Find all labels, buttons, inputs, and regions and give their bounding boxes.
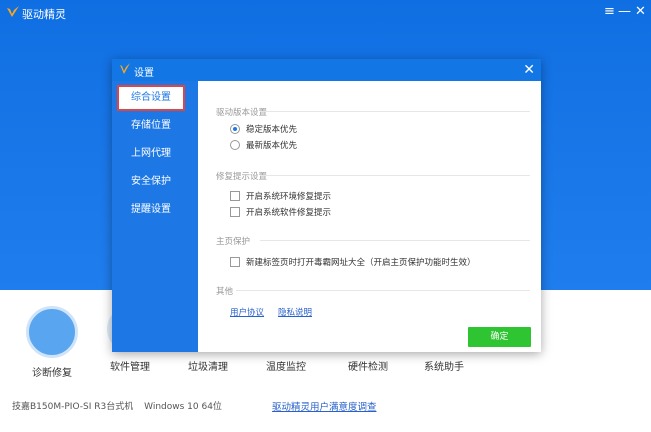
close-app-button[interactable]: ✕ [635, 4, 646, 20]
ok-button[interactable]: 确定 [468, 327, 531, 347]
settings-dialog: 设置 ✕ 综合设置 存储位置 上网代理 安全保护 提醒设置 驱动版本设置 稳定版… [112, 59, 541, 352]
checkbox-icon [230, 257, 240, 267]
radio-stable-first[interactable]: 稳定版本优先 [230, 123, 297, 135]
radio-label: 最新版本优先 [246, 141, 298, 151]
settings-content: 驱动版本设置 稳定版本优先 最新版本优先 修复提示设置 开启系统环境修复提示 开… [198, 81, 541, 352]
feature-label: 诊断修复 [32, 368, 72, 379]
minimize-button[interactable]: — [618, 4, 631, 20]
divider [260, 240, 530, 241]
radio-selected-icon [230, 124, 240, 134]
divider [260, 111, 530, 112]
section-title: 其他 [216, 287, 234, 297]
user-agreement-link[interactable]: 用户协议 [230, 306, 264, 318]
checkbox-software-repair-hint[interactable]: 开启系统软件修复提示 [230, 206, 331, 218]
nav-security[interactable]: 安全保护 [119, 171, 183, 193]
app-logo-icon [7, 6, 19, 17]
board-info: 技嘉B150M-PIO-SI R3台式机 [12, 402, 134, 412]
settings-logo-icon [120, 63, 130, 74]
section-homepage-protect: 主页保护 [216, 235, 534, 247]
checkbox-icon [230, 191, 240, 201]
checkbox-env-repair-hint[interactable]: 开启系统环境修复提示 [230, 190, 331, 202]
menu-icon[interactable]: ≡ [604, 4, 615, 20]
checkbox-label: 开启系统软件修复提示 [246, 208, 332, 218]
feature-label: 温度监控 [266, 362, 306, 373]
radio-unselected-icon [230, 140, 240, 150]
window-repair-icon [26, 306, 78, 358]
checkbox-homepage-newtab[interactable]: 新建标签页时打开毒霸网址大全（开启主页保护功能时生效） [230, 256, 476, 268]
feature-label: 软件管理 [110, 362, 150, 373]
checkbox-label: 开启系统环境修复提示 [246, 192, 332, 202]
dialog-close-button[interactable]: ✕ [523, 61, 535, 79]
section-repair-hint: 修复提示设置 [216, 170, 534, 182]
app-title: 驱动精灵 [22, 8, 66, 21]
feature-label: 垃圾清理 [188, 362, 228, 373]
dialog-titlebar: 设置 ✕ [112, 59, 541, 81]
nav-proxy[interactable]: 上网代理 [119, 143, 183, 165]
dialog-title: 设置 [134, 68, 154, 79]
nav-general-settings[interactable]: 综合设置 [117, 85, 185, 111]
nav-reminder[interactable]: 提醒设置 [119, 199, 183, 221]
checkbox-label: 新建标签页时打开毒霸网址大全（开启主页保护功能时生效） [246, 258, 476, 268]
section-title: 主页保护 [216, 237, 251, 247]
section-other: 其他 [216, 285, 534, 297]
radio-latest-first[interactable]: 最新版本优先 [230, 139, 297, 151]
os-info: Windows 10 64位 [144, 402, 222, 412]
privacy-policy-link[interactable]: 隐私说明 [278, 306, 312, 318]
divider [236, 290, 530, 291]
settings-sidebar: 综合设置 存储位置 上网代理 安全保护 提醒设置 [112, 81, 198, 352]
app-titlebar: 驱动精灵 ≡ — ✕ [0, 0, 651, 26]
nav-storage-location[interactable]: 存储位置 [119, 115, 183, 137]
checkbox-icon [230, 207, 240, 217]
section-title: 修复提示设置 [216, 172, 268, 182]
section-title: 驱动版本设置 [216, 108, 268, 118]
feedback-survey-link[interactable]: 驱动精灵用户满意度调查 [272, 399, 377, 413]
feature-diagnose-repair[interactable]: 诊断修复 [22, 306, 82, 379]
radio-label: 稳定版本优先 [246, 125, 298, 135]
feature-label: 系统助手 [424, 362, 464, 373]
section-driver-version: 驱动版本设置 [216, 106, 534, 118]
divider [260, 175, 530, 176]
status-bar: 技嘉B150M-PIO-SI R3台式机 Windows 10 64位 [12, 399, 222, 412]
feature-label: 硬件检测 [348, 362, 388, 373]
